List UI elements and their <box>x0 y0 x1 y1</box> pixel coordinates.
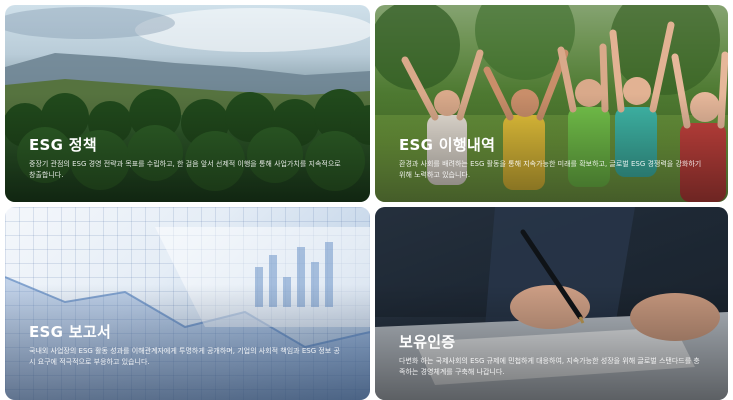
card-description: 다변화 하는 국제사회의 ESG 규제에 민첩하게 대응하여, 지속가능한 성장… <box>399 357 700 376</box>
card-title: ESG 보고서 <box>29 323 112 341</box>
card-title: 보유인증 <box>399 333 456 351</box>
card-description: 환경과 사회를 배려하는 ESG 활동을 통해 지속가능한 미래를 확보하고, … <box>399 160 702 179</box>
card-description: 국내외 사업장의 ESG 활동 성과를 이해관계자에게 투명하게 공개하며, 기… <box>29 347 340 366</box>
image-overlay <box>5 207 370 400</box>
card-certifications[interactable]: 보유인증 다변화 하는 국제사회의 ESG 규제에 민첩하게 대응하여, 지속가… <box>375 207 728 400</box>
card-title: ESG 이행내역 <box>399 136 496 154</box>
card-esg-implementation[interactable]: ESG 이행내역 환경과 사회를 배려하는 ESG 활동을 통해 지속가능한 미… <box>375 5 728 202</box>
card-description: 중장기 관점의 ESG 경영 전략과 목표를 수립하고, 한 걸음 앞서 선제적… <box>29 160 341 179</box>
esg-card-grid: ESG 정책 중장기 관점의 ESG 경영 전략과 목표를 수립하고, 한 걸음… <box>0 0 733 400</box>
card-esg-report[interactable]: ESG 보고서 국내외 사업장의 ESG 활동 성과를 이해관계자에게 투명하게… <box>5 207 370 400</box>
card-title: ESG 정책 <box>29 136 97 154</box>
card-esg-policy[interactable]: ESG 정책 중장기 관점의 ESG 경영 전략과 목표를 수립하고, 한 걸음… <box>5 5 370 202</box>
